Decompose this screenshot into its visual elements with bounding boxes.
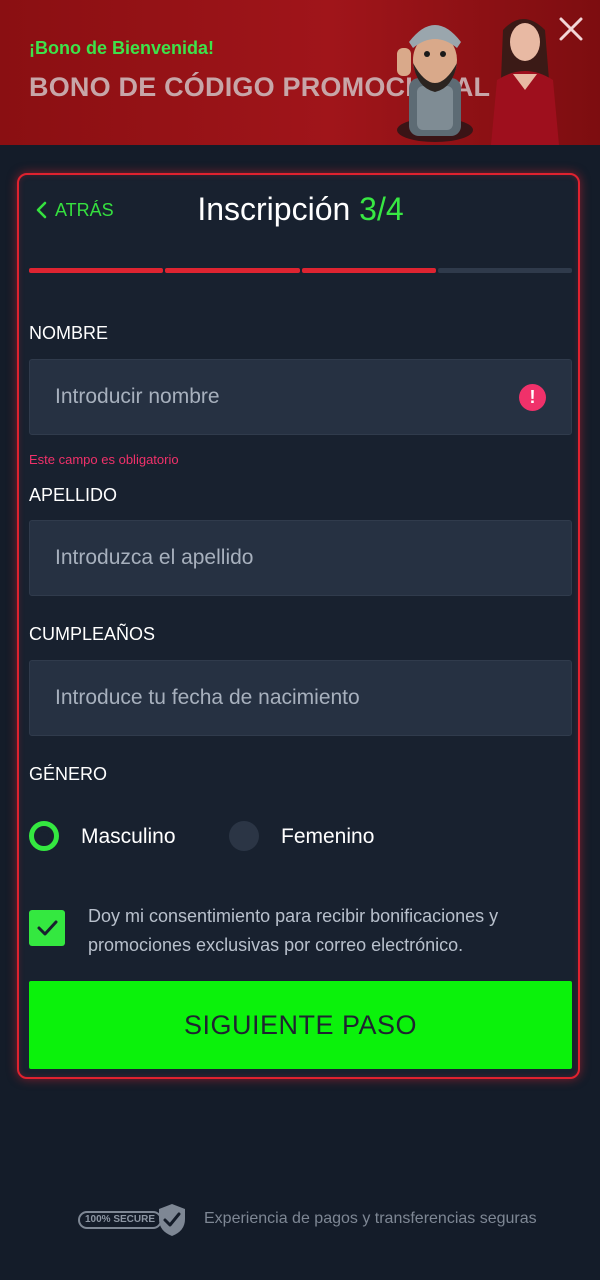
title-text: Inscripción: [197, 191, 351, 227]
shield-check-icon: [159, 1204, 185, 1236]
next-step-button[interactable]: SIGUIENTE PASO: [29, 981, 572, 1069]
step-indicator: 3/4: [359, 191, 404, 227]
progress-segment: [437, 268, 572, 273]
radio-masculino[interactable]: [29, 821, 59, 851]
close-icon: [559, 17, 583, 41]
first-name-placeholder: Introducir nombre: [55, 385, 220, 408]
birthday-input[interactable]: Introduce tu fecha de nacimiento: [29, 660, 572, 736]
last-name-input[interactable]: Introduzca el apellido: [29, 520, 572, 596]
registration-card: ATRÁS Inscripción 3/4 NOMBRE Introducir …: [17, 173, 580, 1079]
radio-label-femenino[interactable]: Femenino: [281, 825, 374, 849]
promo-banner: ¡Bono de Bienvenida! BONO DE CÓDIGO PROM…: [0, 0, 600, 145]
mascot-illustration: [397, 25, 473, 142]
progress-segment: [165, 268, 300, 273]
check-icon: [37, 920, 58, 936]
last-name-placeholder: Introduzca el apellido: [55, 546, 254, 569]
last-name-label: APELLIDO: [29, 485, 118, 505]
radio-label-masculino[interactable]: Masculino: [81, 825, 176, 849]
consent-checkbox[interactable]: [29, 910, 65, 946]
progress-segment: [301, 268, 436, 273]
step-progress-bar: [29, 268, 572, 273]
error-icon: !: [519, 384, 546, 411]
first-name-input[interactable]: Introducir nombre !: [29, 359, 572, 435]
secure-badge: 100% SECURE: [78, 1211, 162, 1229]
consent-text: Doy mi consentimiento para recibir bonif…: [88, 906, 499, 955]
radio-femenino[interactable]: [229, 821, 259, 851]
security-footer: 100% SECURE Experiencia de pagos y trans…: [78, 1200, 538, 1240]
page-title: Inscripción 3/4: [19, 191, 582, 228]
birthday-placeholder: Introduce tu fecha de nacimiento: [55, 686, 360, 709]
progress-segment: [29, 268, 164, 273]
first-name-label: NOMBRE: [29, 323, 109, 343]
gender-label: GÉNERO: [29, 764, 108, 784]
footer-text: Experiencia de pagos y transferencias se…: [204, 1210, 537, 1227]
birthday-label: CUMPLEAÑOS: [29, 624, 156, 644]
first-name-error: Este campo es obligatorio: [29, 452, 179, 467]
close-button[interactable]: [556, 14, 586, 44]
banner-subtitle: ¡Bono de Bienvenida!: [29, 38, 215, 58]
